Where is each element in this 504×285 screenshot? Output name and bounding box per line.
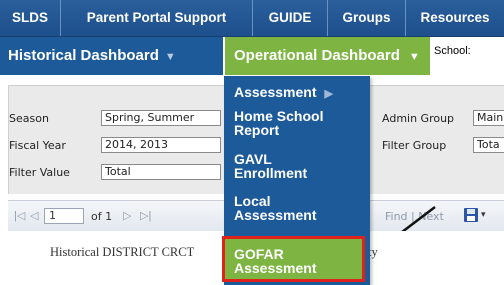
menu-item-home-school-report[interactable]: Home School Report bbox=[224, 109, 370, 137]
historical-dashboard-label: Historical Dashboard bbox=[8, 47, 159, 64]
operational-dashboard-label: Operational Dashboard bbox=[234, 47, 400, 64]
nav-tab-guide[interactable]: GUIDE bbox=[253, 0, 328, 36]
page-count-label: of 1 bbox=[91, 210, 113, 223]
report-title: Historical DISTRICT CRCT bbox=[50, 245, 195, 259]
first-page-icon[interactable]: |◁ bbox=[14, 209, 25, 222]
filter-value-field[interactable]: Total bbox=[101, 164, 221, 180]
season-field[interactable]: Spring, Summer bbox=[101, 110, 221, 126]
export-save-icon[interactable] bbox=[463, 207, 479, 228]
previous-page-icon[interactable]: ◁ bbox=[30, 209, 38, 222]
admin-group-label: Admin Group bbox=[382, 112, 455, 125]
menu-item-gavl-enrollment[interactable]: GAVL Enrollment bbox=[224, 152, 370, 180]
menu-item-label-line2: Report bbox=[234, 122, 280, 138]
fiscal-year-label: Fiscal Year bbox=[9, 139, 66, 152]
chevron-down-icon: ▼ bbox=[164, 51, 176, 63]
menu-item-local-assessment[interactable]: Local Assessment bbox=[224, 194, 370, 222]
filter-value-label: Filter Value bbox=[9, 166, 70, 179]
menu-item-gofar-assessment[interactable]: GOFAR Assessment bbox=[222, 236, 365, 282]
menu-item-label-line2: Enrollment bbox=[234, 165, 308, 181]
submenu-arrow-icon: ▶ bbox=[324, 88, 333, 100]
nav-tab-resources[interactable]: Resources bbox=[406, 0, 504, 36]
school-label: School: bbox=[434, 45, 471, 57]
top-navigation-bar: SLDS Parent Portal Support GUIDE Groups … bbox=[0, 0, 504, 37]
next-page-icon[interactable]: ▷ bbox=[123, 209, 131, 222]
historical-dashboard-menu[interactable]: Historical Dashboard ▼ bbox=[0, 37, 223, 75]
dropdown-arrow-icon[interactable]: ▾ bbox=[481, 209, 486, 220]
menu-item-label-line1: GAVL bbox=[234, 151, 272, 167]
filter-group-field[interactable]: Tota bbox=[473, 137, 504, 153]
menu-item-label-line1: GOFAR bbox=[234, 246, 284, 262]
menu-item-label-line1: Local bbox=[234, 193, 271, 209]
menu-item-label-line1: Home School bbox=[234, 108, 324, 124]
menu-item-assessment-label: Assessment bbox=[234, 84, 317, 100]
page-number-input[interactable]: 1 bbox=[44, 208, 84, 224]
last-page-icon[interactable]: ▷| bbox=[140, 209, 151, 222]
nav-tab-groups[interactable]: Groups bbox=[328, 0, 406, 36]
menu-item-assessment[interactable]: Assessment ▶ bbox=[224, 85, 370, 101]
chevron-down-icon: ▼ bbox=[408, 51, 420, 63]
operational-dashboard-menu[interactable]: Operational Dashboard ▼ bbox=[225, 37, 430, 75]
dashboard-nav-row: Historical Dashboard ▼ Operational Dashbo… bbox=[0, 37, 504, 75]
filter-group-label: Filter Group bbox=[382, 139, 447, 152]
season-label: Season bbox=[9, 112, 49, 125]
operational-dashboard-dropdown: Assessment ▶ Home School Report GAVL Enro… bbox=[222, 76, 370, 285]
admin-group-field[interactable]: Main bbox=[473, 110, 504, 126]
menu-item-label-line2: Assessment bbox=[234, 260, 317, 276]
nav-tab-slds[interactable]: SLDS bbox=[0, 0, 61, 36]
fiscal-year-field[interactable]: 2014, 2013 bbox=[101, 137, 221, 153]
menu-item-label-line2: Assessment bbox=[234, 207, 317, 223]
nav-tab-parent-portal-support[interactable]: Parent Portal Support bbox=[61, 0, 253, 36]
